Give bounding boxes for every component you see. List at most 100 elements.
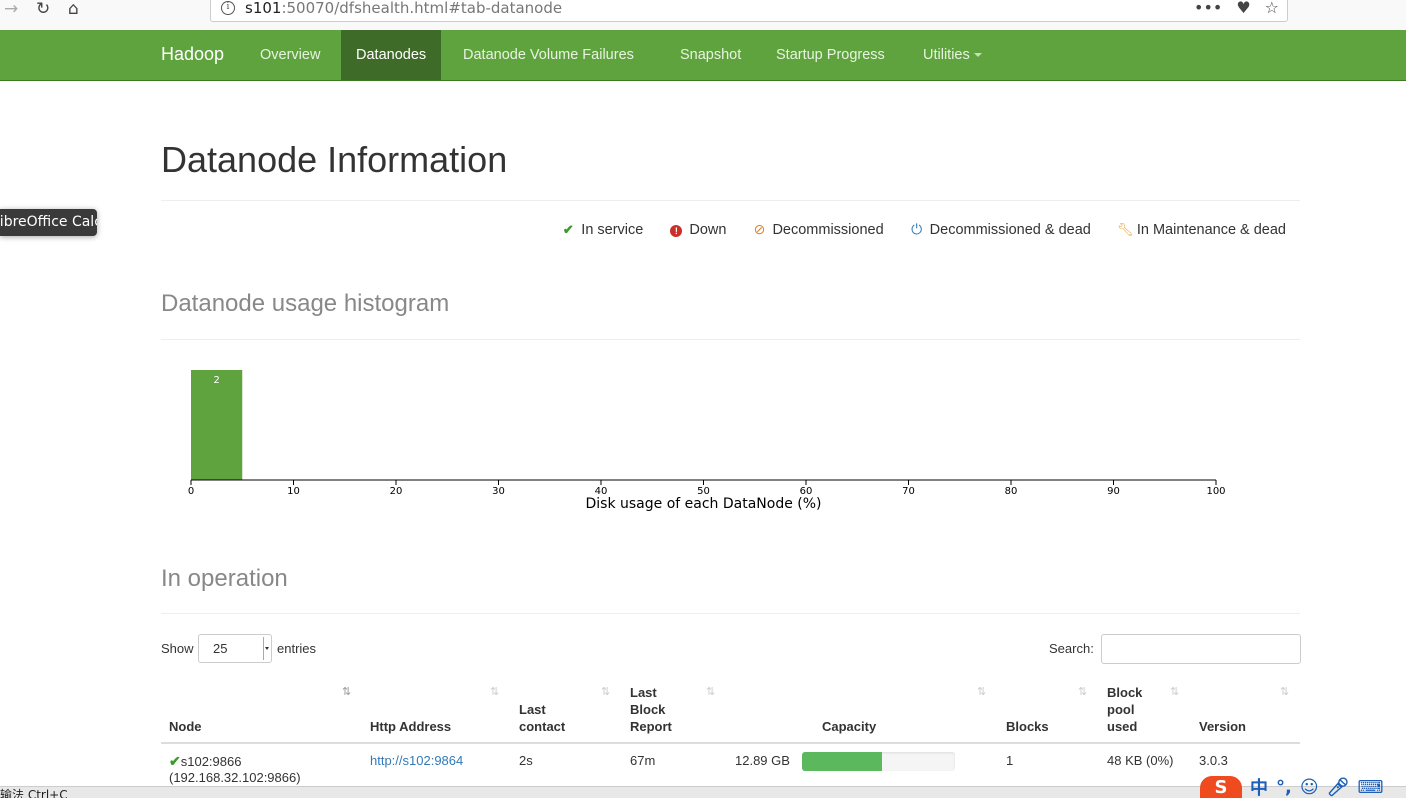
legend-decommissioned: ⊘ Decommissioned — [752, 221, 884, 238]
nav-startup-progress[interactable]: Startup Progress — [761, 30, 900, 80]
column-header-node[interactable]: Node — [169, 718, 202, 735]
legend-in-service: ✔ In service — [561, 221, 644, 238]
cell-node: ✔s102:9866 (192.168.32.102:9866) — [169, 753, 301, 786]
sort-asc-icon[interactable]: ⇅ — [342, 685, 351, 698]
legend-decommissioned-dead: ⏻ Decommissioned & dead — [910, 221, 1091, 238]
nav-utilities-label: Utilities — [923, 47, 970, 63]
x-tick-label: 10 — [287, 486, 300, 497]
in-service-check-icon: ✔ — [169, 753, 181, 769]
table-header-divider — [161, 742, 1300, 744]
operation-title: In operation — [161, 565, 288, 592]
legend-label: Decommissioned — [772, 221, 884, 238]
taskbar-text: 输法 Ctrl+C — [0, 788, 68, 798]
column-header-last-block-report[interactable]: Last Block Report — [630, 684, 680, 735]
page-size-value: 25 — [213, 641, 228, 656]
x-axis-label: Disk usage of each DataNode (%) — [585, 496, 821, 512]
histogram-bar — [191, 370, 243, 480]
capacity-progress-fill — [802, 752, 882, 771]
column-header-capacity[interactable]: Capacity — [822, 718, 876, 735]
cell-last-contact: 2s — [519, 753, 533, 768]
home-icon[interactable]: ⌂ — [68, 0, 79, 18]
info-icon[interactable]: i — [221, 1, 235, 15]
microphone-icon[interactable]: 🎤︎ — [1327, 777, 1350, 798]
nav-snapshot[interactable]: Snapshot — [665, 30, 756, 80]
histogram-title: Datanode usage histogram — [161, 290, 450, 317]
divider — [161, 613, 1300, 614]
sort-icon[interactable]: ⇅ — [601, 685, 610, 698]
x-tick-label: 100 — [1206, 486, 1225, 497]
show-label: Show — [161, 641, 194, 656]
navbar: Hadoop Overview Datanodes Datanode Volum… — [0, 30, 1406, 81]
x-tick-label: 30 — [492, 486, 505, 497]
page-size-select[interactable]: 25 — [198, 634, 272, 663]
url-bar[interactable]: i s101:50070/dfshealth.html#tab-datanode… — [210, 0, 1288, 22]
divider — [161, 200, 1300, 201]
usage-histogram-chart: 20 10 20 30 40 50 60 70 80 90 100Disk usage of eac… — [188, 370, 1226, 512]
x-tick-label: 20 — [390, 486, 403, 497]
exclamation-circle-icon: ! — [669, 222, 683, 237]
nav-utilities[interactable]: Utilities — [908, 30, 997, 80]
legend-down: ! Down — [669, 221, 726, 238]
reload-icon[interactable]: ↻ — [36, 0, 50, 18]
sort-icon[interactable]: ⇅ — [706, 685, 715, 698]
search-label: Search: — [1049, 641, 1094, 656]
sort-icon[interactable]: ⇅ — [977, 685, 986, 698]
select-arrow-icon — [263, 637, 269, 660]
power-icon: ⏻ — [911, 221, 923, 237]
divider — [161, 339, 1300, 340]
page-title: Datanode Information — [161, 139, 508, 180]
keyboard-icon[interactable]: ⌨ — [1357, 777, 1383, 798]
column-header-version[interactable]: Version — [1199, 718, 1246, 735]
search-input[interactable] — [1101, 634, 1301, 664]
page-actions-icon[interactable]: ••• — [1194, 0, 1222, 17]
status-legend: ✔ In service ! Down ⊘ Decommissioned ⏻ D… — [561, 221, 1286, 238]
capacity-progress-bar — [802, 752, 955, 771]
x-tick-label: 90 — [1107, 486, 1120, 497]
url-path: :50070/dfshealth.html#tab-datanode — [281, 0, 563, 17]
cell-version: 3.0.3 — [1199, 753, 1228, 768]
sort-icon[interactable]: ⇅ — [490, 685, 499, 698]
url-text[interactable]: s101:50070/dfshealth.html#tab-datanode — [245, 0, 562, 17]
taskbar — [0, 786, 1406, 798]
pocket-icon[interactable]: ♥ — [1236, 0, 1250, 17]
sogou-input-icon[interactable]: S — [1200, 776, 1242, 798]
punctuation-icon[interactable]: °, — [1276, 777, 1292, 798]
nav-overview[interactable]: Overview — [245, 30, 335, 80]
node-ip: (192.168.32.102:9866) — [169, 770, 301, 785]
legend-label: Decommissioned & dead — [929, 221, 1091, 238]
legend-label: Down — [689, 221, 727, 238]
bookmark-star-icon[interactable]: ☆ — [1265, 0, 1279, 17]
cell-block-pool-used: 48 KB (0%) — [1107, 753, 1174, 768]
brand-logo[interactable]: Hadoop — [161, 44, 224, 65]
node-name: s102:9866 — [180, 754, 242, 769]
browser-toolbar: → ↻ ⌂ i s101:50070/dfshealth.html#tab-da… — [0, 0, 1406, 30]
column-header-block-pool-used[interactable]: Block pool used — [1107, 684, 1152, 735]
cell-blocks: 1 — [1006, 753, 1014, 768]
nav-datanodes[interactable]: Datanodes — [341, 30, 442, 80]
taskbar-tooltip: LibreOffice Calc — [0, 209, 97, 236]
ban-icon: ⊘ — [753, 221, 766, 237]
cell-http-address: http://s102:9864 — [370, 753, 463, 769]
cell-capacity: 12.89 GB — [735, 753, 790, 768]
system-tray: S 中 °, ☺ 🎤︎ ⌨ — [1200, 776, 1383, 798]
chinese-mode-icon[interactable]: 中 — [1250, 774, 1268, 798]
entries-label: entries — [277, 641, 317, 656]
wrench-icon: 🔧︎ — [1116, 221, 1134, 237]
sort-icon[interactable]: ⇅ — [1078, 685, 1087, 698]
emoji-icon[interactable]: ☺ — [1300, 777, 1319, 798]
legend-label: In Maintenance & dead — [1136, 221, 1286, 238]
sort-icon[interactable]: ⇅ — [1170, 685, 1179, 698]
http-address-link[interactable]: http://s102:9864 — [370, 753, 463, 768]
caret-down-icon — [973, 53, 982, 58]
column-header-http-address[interactable]: Http Address — [370, 718, 451, 735]
sort-icon[interactable]: ⇅ — [1280, 685, 1289, 698]
nav-datanode-volume-failures[interactable]: Datanode Volume Failures — [448, 30, 649, 80]
column-header-blocks[interactable]: Blocks — [1006, 718, 1049, 735]
url-host: s101 — [245, 0, 282, 17]
histogram-bar-label: 2 — [213, 375, 219, 386]
forward-icon[interactable]: → — [4, 0, 18, 18]
cell-last-block-report: 67m — [630, 753, 656, 768]
legend-label: In service — [581, 221, 644, 238]
x-tick-label: 0 — [188, 486, 194, 497]
column-header-last-contact[interactable]: Last contact — [519, 701, 589, 735]
